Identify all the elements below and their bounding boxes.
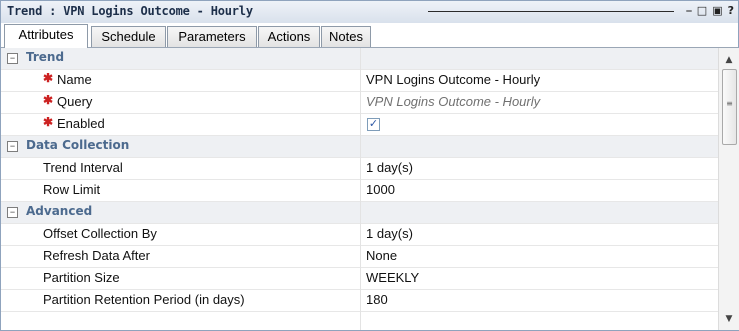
section-label-trend: Trend	[26, 50, 65, 64]
property-value-trend-interval[interactable]: 1 day(s)	[366, 160, 413, 175]
collapse-icon[interactable]: −	[7, 141, 18, 152]
collapse-icon[interactable]: −	[7, 53, 18, 64]
property-label: Offset Collection By	[43, 226, 157, 241]
minimize-icon[interactable]: ⎯	[686, 4, 692, 18]
property-label: Enabled	[57, 116, 105, 131]
property-label: Name	[57, 72, 92, 87]
tab-attributes[interactable]: Attributes	[4, 24, 88, 48]
property-label: Row Limit	[43, 182, 101, 197]
window-controls: ⎯ □ ▣ ?	[686, 4, 734, 18]
title-bar-divider	[428, 11, 674, 12]
tab-strip: Attributes Schedule Parameters Actions N…	[1, 23, 738, 48]
property-label: Query	[57, 94, 93, 109]
tab-notes[interactable]: Notes	[321, 26, 371, 47]
property-value-name[interactable]: VPN Logins Outcome - Hourly	[366, 72, 540, 87]
scrollbar-thumb[interactable]: ≡	[722, 69, 737, 145]
tab-actions[interactable]: Actions	[258, 26, 320, 47]
section-label-advanced: Advanced	[26, 204, 93, 218]
window-title: Trend : VPN Logins Outcome - Hourly	[7, 4, 253, 18]
trend-editor-window: Trend : VPN Logins Outcome - Hourly ⎯ □ …	[0, 0, 739, 331]
grip-icon: ≡	[726, 99, 733, 108]
help-icon[interactable]: ?	[728, 4, 734, 18]
property-value-query[interactable]: VPN Logins Outcome - Hourly	[366, 94, 540, 109]
property-label: Trend Interval	[43, 160, 123, 175]
scroll-up-icon[interactable]: ▲	[724, 55, 734, 65]
property-label: Partition Retention Period (in days)	[43, 292, 245, 307]
property-value-partition-size[interactable]: WEEKLY	[366, 270, 419, 285]
tab-parameters[interactable]: Parameters	[167, 26, 257, 47]
section-label-data-collection: Data Collection	[26, 138, 130, 152]
required-icon: ✱	[43, 115, 54, 129]
required-icon: ✱	[43, 93, 54, 107]
property-value-offset-collection-by[interactable]: 1 day(s)	[366, 226, 413, 241]
column-divider[interactable]	[360, 48, 361, 330]
property-label: Partition Size	[43, 270, 120, 285]
enabled-checkbox[interactable]: ✓	[367, 118, 380, 131]
title-bar[interactable]: Trend : VPN Logins Outcome - Hourly ⎯ □ …	[1, 1, 738, 24]
required-icon: ✱	[43, 71, 54, 85]
scroll-down-icon[interactable]: ▼	[724, 314, 734, 324]
restore-icon[interactable]: □	[697, 4, 707, 18]
tab-schedule[interactable]: Schedule	[91, 26, 166, 47]
collapse-icon[interactable]: −	[7, 207, 18, 218]
property-label: Refresh Data After	[43, 248, 150, 263]
maximize-icon[interactable]: ▣	[712, 4, 722, 18]
property-value-partition-retention-period[interactable]: 180	[366, 292, 388, 307]
property-value-row-limit[interactable]: 1000	[366, 182, 395, 197]
vertical-scrollbar[interactable]: ▲ ≡ ▼	[718, 48, 739, 330]
property-value-refresh-data-after[interactable]: None	[366, 248, 397, 263]
